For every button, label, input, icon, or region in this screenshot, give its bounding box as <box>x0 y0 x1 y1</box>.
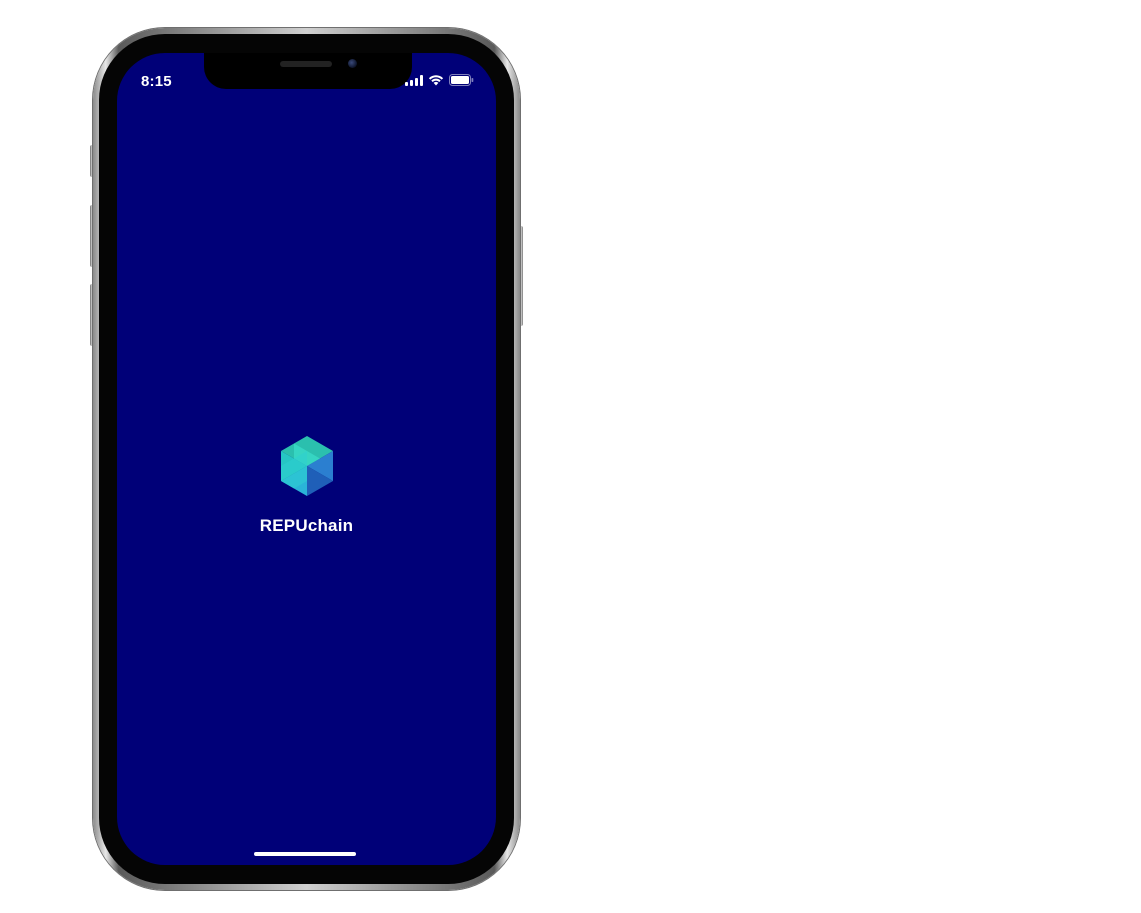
status-time: 8:15 <box>141 73 172 90</box>
status-icons <box>405 74 474 86</box>
brand-name: REPUchain <box>259 516 354 535</box>
phone-bezel: 8:15 REPUchain <box>99 34 514 884</box>
speaker-grille <box>280 61 332 67</box>
home-indicator[interactable] <box>254 852 356 856</box>
phone-frame: 8:15 REPUchain <box>93 28 520 890</box>
device-notch <box>204 53 412 89</box>
repuchain-logo-icon <box>281 436 333 496</box>
cellular-signal-icon <box>405 75 423 86</box>
app-screen: 8:15 REPUchain <box>117 53 496 865</box>
front-camera-icon <box>348 59 357 68</box>
wifi-icon <box>428 74 444 86</box>
battery-icon <box>449 74 474 86</box>
